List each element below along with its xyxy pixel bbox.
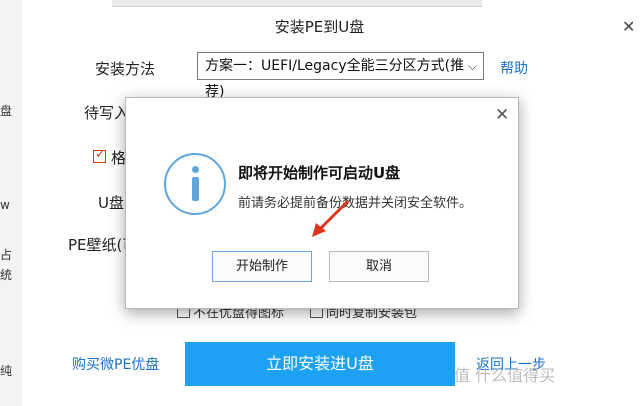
buy-udisk-link[interactable]: 购买微PE优盘 (72, 354, 159, 374)
help-link[interactable]: 帮助 (500, 58, 528, 78)
format-label: 格 (111, 149, 127, 167)
start-making-button[interactable]: 开始制作 (212, 251, 312, 282)
background-text-fragment: 盘 (0, 104, 13, 118)
top-tab-fragment (422, 0, 482, 7)
info-icon-dot (192, 166, 199, 173)
window-title: 安装PE到U盘 (274, 18, 365, 36)
format-checkbox[interactable]: ✓ (93, 147, 106, 163)
target-label: 待写入 (84, 104, 130, 122)
top-tab-fragment (112, 0, 172, 7)
background-text-fragment: 占 (0, 248, 13, 262)
background-app-strip: 盘 w 占 统 纯 (0, 0, 23, 406)
background-text-fragment: 纯 (0, 364, 13, 378)
close-icon[interactable]: ✕ (495, 105, 509, 125)
annotation-arrow-icon (312, 199, 350, 237)
install-method-value: 方案一：UEFI/Legacy全能三分区方式(推荐) (205, 58, 465, 100)
cancel-button[interactable]: 取消 (329, 251, 429, 282)
info-icon (164, 153, 226, 215)
chevron-down-icon: ⌵ (467, 59, 477, 73)
top-tab-fragment (172, 0, 422, 7)
info-icon-bar (192, 177, 199, 201)
watermark: 值 什么值得买 (454, 366, 556, 385)
close-icon[interactable]: ✕ (622, 17, 635, 36)
dialog-title: 即将开始制作可启动U盘 (238, 164, 401, 182)
background-text-fragment: w (0, 198, 10, 212)
check-icon: ✓ (95, 147, 106, 162)
background-text-fragment: 统 (0, 268, 13, 282)
confirm-dialog: ✕ 即将开始制作可启动U盘 前请务必提前备份数据并关闭安全软件。 开始制作 取消 (125, 97, 519, 309)
install-method-select[interactable]: 方案一：UEFI/Legacy全能三分区方式(推荐) ⌵ (197, 52, 484, 100)
install-method-label: 安装方法 (95, 60, 156, 78)
install-to-udisk-button[interactable]: 立即安装进U盘 (185, 342, 455, 386)
udisk-label: U盘 (98, 194, 124, 212)
